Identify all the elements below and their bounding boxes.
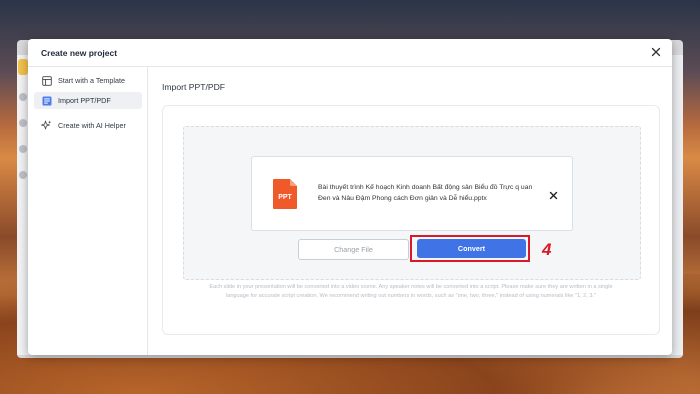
main-content: Import PPT/PDF PPT Bài thuyết trình Kế h…	[148, 67, 672, 355]
section-title: Import PPT/PDF	[162, 82, 226, 92]
file-dropzone[interactable]: PPT Bài thuyết trình Kế hoạch Kinh doanh…	[183, 126, 641, 280]
modal-header: Create new project	[28, 39, 672, 67]
step-number-annotation: 4	[542, 240, 552, 259]
modal-title: Create new project	[41, 48, 118, 58]
create-project-modal: Create new project Start with a Template…	[28, 39, 672, 355]
sidebar-item-import-ppt[interactable]: Import PPT/PDF	[34, 92, 142, 109]
convert-button[interactable]: Convert	[417, 239, 526, 258]
close-icon[interactable]	[650, 46, 662, 58]
helper-text: Each slide in your presentation will be …	[209, 284, 613, 299]
change-file-button[interactable]: Change File	[298, 239, 409, 260]
template-icon	[41, 75, 52, 86]
import-panel: PPT Bài thuyết trình Kế hoạch Kinh doanh…	[162, 105, 660, 335]
sidebar-item-label: Import PPT/PDF	[58, 96, 111, 105]
modal-sidebar: Start with a Template Import PPT/PDF Cre…	[28, 67, 148, 355]
remove-file-icon[interactable]	[548, 188, 559, 200]
sidebar-item-template[interactable]: Start with a Template	[34, 72, 142, 89]
ai-sparkle-icon	[41, 120, 52, 131]
import-ppt-icon	[41, 95, 52, 106]
sidebar-item-label: Create with AI Helper	[58, 121, 126, 130]
ppt-icon-text: PPT	[278, 194, 292, 201]
file-name: Bài thuyết trình Kế hoạch Kinh doanh Bất…	[318, 184, 533, 202]
sidebar-item-label: Start with a Template	[58, 76, 125, 85]
ppt-file-icon: PPT	[271, 178, 299, 210]
sidebar-item-ai-helper[interactable]: Create with AI Helper	[34, 117, 142, 134]
background-app-scrollbar	[671, 55, 683, 355]
uploaded-file-card: PPT Bài thuyết trình Kế hoạch Kinh doanh…	[251, 156, 573, 231]
